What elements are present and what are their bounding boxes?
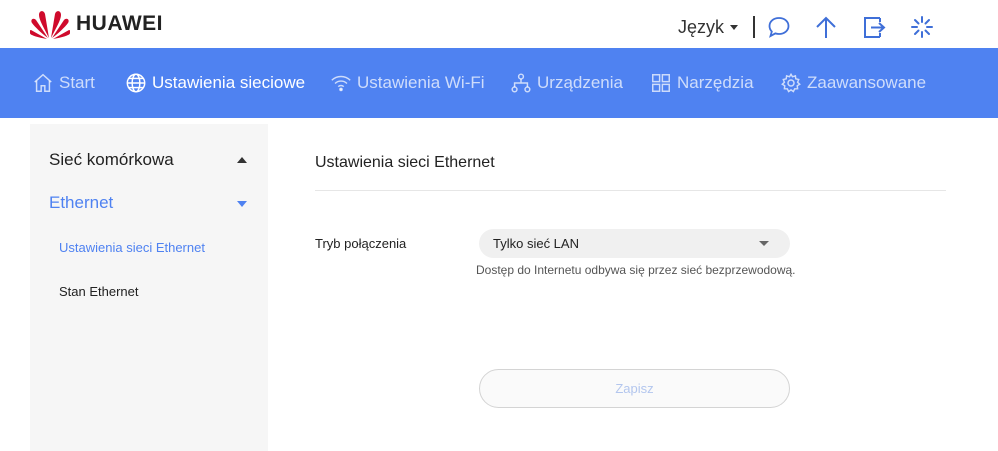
brand-name: HUAWEI [76,12,163,35]
devices-icon [511,73,531,93]
globe-icon [126,73,146,93]
huawei-logo-icon [30,11,70,39]
language-selector[interactable]: Język [678,17,739,38]
tools-grid-icon [652,74,670,92]
top-header: HUAWEI Język [0,0,998,48]
connection-mode-select[interactable]: Tylko sieć LAN [479,229,790,258]
nav-item-start[interactable]: Start [32,48,95,118]
sidebar-item-label: Sieć komórkowa [49,150,174,169]
nav-item-tools[interactable]: Narzędzia [650,48,754,118]
gear-icon [781,72,801,93]
title-divider [315,190,946,191]
connection-mode-hint: Dostęp do Internetu odbywa się przez sie… [476,263,796,277]
nav-item-label: Ustawienia sieciowe [152,73,306,92]
upload-icon[interactable] [813,14,839,40]
chevron-down-icon [730,25,739,30]
wifi-icon [331,75,351,92]
sidebar-item-cellular[interactable]: Sieć komórkowa [30,149,268,171]
huawei-logo: HUAWEI [30,8,163,40]
nav-item-wifi-settings[interactable]: Ustawienia Wi-Fi [330,48,485,118]
nav-item-label: Ustawienia Wi-Fi [357,73,485,92]
language-label: Język [678,17,725,37]
chevron-down-icon [237,201,247,207]
sidebar-item-ethernet[interactable]: Ethernet [30,192,268,214]
save-button[interactable]: Zapisz [479,369,790,408]
sidebar-subitem-ethernet-settings[interactable]: Ustawienia sieci Ethernet [30,238,268,256]
main-nav: Start Ustawienia sieciowe Ustawienia Wi-… [0,48,998,118]
nav-item-label: Narzędzia [677,73,754,92]
nav-item-label: Start [59,73,95,92]
sidebar-item-label: Ethernet [49,193,114,212]
sidebar: Sieć komórkowa Ethernet Ustawienia sieci… [30,124,268,451]
page-title: Ustawienia sieci Ethernet [315,154,495,171]
nav-item-label: Urządzenia [537,73,623,92]
nav-item-network-settings[interactable]: Ustawienia sieciowe [125,48,305,118]
nav-item-label: Zaawansowane [807,73,927,92]
nav-item-devices[interactable]: Urządzenia [510,48,623,118]
sidebar-subitem-label: Stan Ethernet [59,283,139,299]
header-divider [753,16,755,38]
connection-mode-label: Tryb połączenia [315,236,407,251]
chevron-up-icon [237,157,247,163]
nav-item-advanced[interactable]: Zaawansowane [780,48,926,118]
home-icon [34,73,52,92]
message-icon[interactable] [766,14,792,40]
loading-icon [909,14,935,40]
connection-mode-value: Tylko sieć LAN [493,236,579,251]
sidebar-subitem-ethernet-status[interactable]: Stan Ethernet [30,282,268,300]
logout-icon[interactable] [861,14,887,40]
sidebar-subitem-label: Ustawienia sieci Ethernet [59,239,205,255]
chevron-down-icon [759,241,769,246]
